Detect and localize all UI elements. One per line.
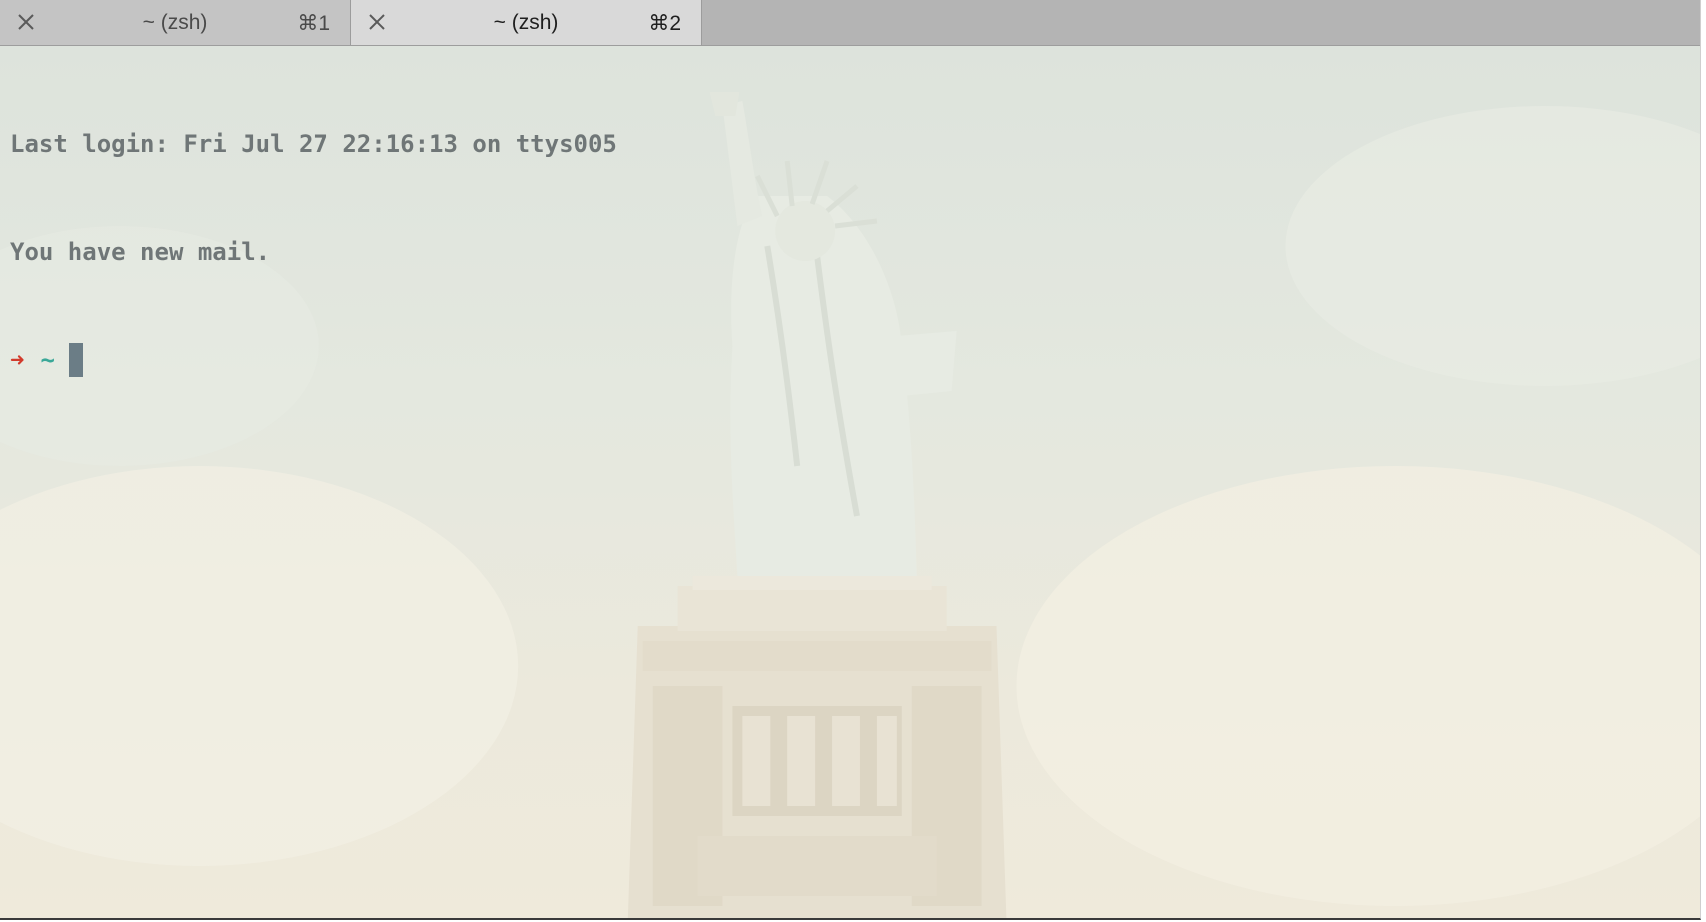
prompt-arrow-icon: ➜ <box>10 346 25 374</box>
tab-1[interactable]: ~ (zsh) ⌘1 <box>0 0 351 45</box>
terminal-pane[interactable]: Last login: Fri Jul 27 22:16:13 on ttys0… <box>0 46 1700 918</box>
tab-bar: ~ (zsh) ⌘1 ~ (zsh) ⌘2 <box>0 0 1700 46</box>
prompt-cwd: ~ <box>40 346 55 374</box>
text-cursor <box>68 343 83 377</box>
login-line: Last login: Fri Jul 27 22:16:13 on ttys0… <box>10 130 617 158</box>
terminal-window: ~ (zsh) ⌘1 ~ (zsh) ⌘2 Last login: Fri Ju… <box>0 0 1701 920</box>
mail-line: You have new mail. <box>10 238 271 266</box>
prompt-line[interactable]: ➜ ~ <box>10 342 617 378</box>
tab-shortcut: ⌘2 <box>648 12 681 35</box>
tab-shortcut: ⌘1 <box>297 12 330 35</box>
tab-bar-empty-area[interactable] <box>702 0 1700 45</box>
tab-2[interactable]: ~ (zsh) ⌘2 <box>351 0 702 45</box>
terminal-output: Last login: Fri Jul 27 22:16:13 on ttys0… <box>10 54 617 450</box>
